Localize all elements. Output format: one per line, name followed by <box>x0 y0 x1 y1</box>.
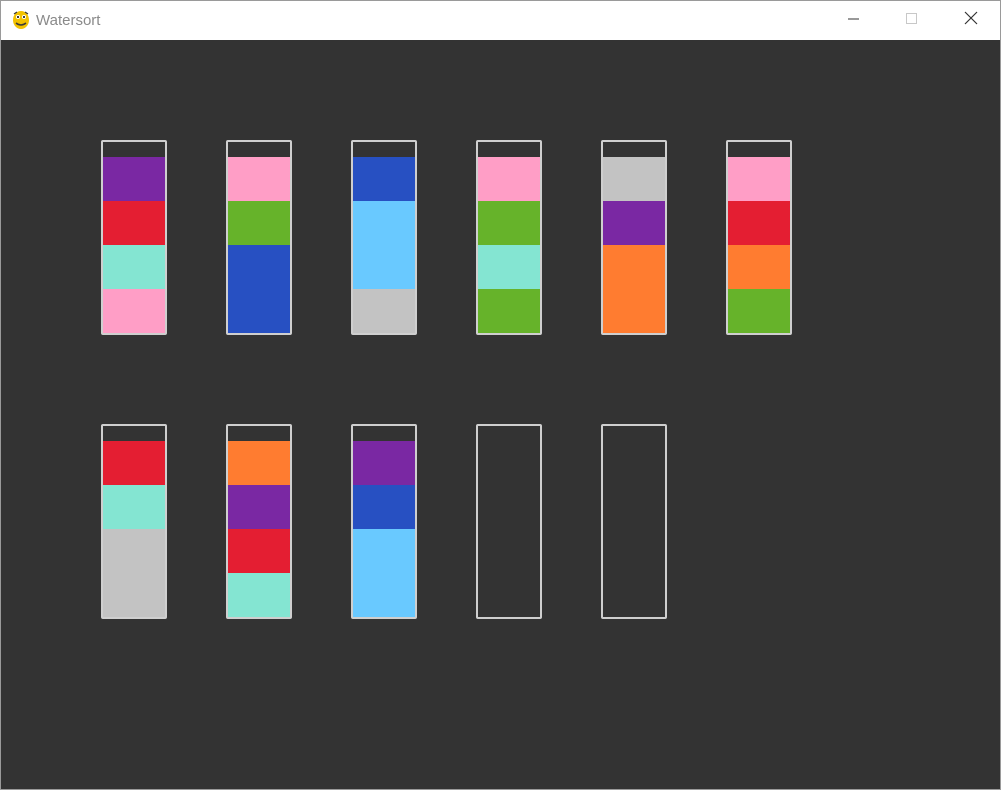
liquid-red <box>728 201 790 245</box>
liquid-orange <box>228 441 290 485</box>
tube-5[interactable] <box>601 140 667 335</box>
liquid-orange <box>603 289 665 333</box>
liquid-sky <box>353 245 415 289</box>
game-window: Watersort <box>0 0 1001 790</box>
close-icon <box>964 11 978 30</box>
liquid-red <box>228 529 290 573</box>
liquid-orange <box>603 245 665 289</box>
liquid-gray <box>603 157 665 201</box>
liquid-mint <box>228 573 290 617</box>
tube-1[interactable] <box>101 140 167 335</box>
liquid-green <box>478 201 540 245</box>
tube-6[interactable] <box>726 140 792 335</box>
maximize-button[interactable] <box>883 1 941 40</box>
tube-10[interactable] <box>476 424 542 619</box>
tube-8[interactable] <box>226 424 292 619</box>
liquid-gray <box>103 573 165 617</box>
liquid-green <box>478 289 540 333</box>
liquid-sky <box>353 573 415 617</box>
tube-4[interactable] <box>476 140 542 335</box>
title-bar[interactable]: Watersort <box>1 1 1000 40</box>
liquid-green <box>728 289 790 333</box>
liquid-purple <box>603 201 665 245</box>
liquid-pink <box>228 157 290 201</box>
liquid-sky <box>353 529 415 573</box>
liquid-green <box>228 201 290 245</box>
liquid-blue <box>228 289 290 333</box>
tube-2[interactable] <box>226 140 292 335</box>
liquid-blue <box>353 485 415 529</box>
tube-9[interactable] <box>351 424 417 619</box>
liquid-blue <box>228 245 290 289</box>
tube-3[interactable] <box>351 140 417 335</box>
tube-7[interactable] <box>101 424 167 619</box>
window-title: Watersort <box>36 12 101 29</box>
liquid-gray <box>353 289 415 333</box>
liquid-sky <box>353 201 415 245</box>
maximize-icon <box>906 12 918 30</box>
tube-11[interactable] <box>601 424 667 619</box>
liquid-blue <box>353 157 415 201</box>
liquid-purple <box>353 441 415 485</box>
liquid-mint <box>103 485 165 529</box>
python-snake-icon <box>11 10 31 30</box>
game-board <box>1 40 1000 789</box>
liquid-pink <box>103 289 165 333</box>
liquid-gray <box>103 529 165 573</box>
liquid-red <box>103 201 165 245</box>
liquid-pink <box>728 157 790 201</box>
liquid-mint <box>478 245 540 289</box>
liquid-red <box>103 441 165 485</box>
minimize-icon <box>848 12 860 30</box>
liquid-orange <box>728 245 790 289</box>
close-button[interactable] <box>942 1 1000 40</box>
liquid-pink <box>478 157 540 201</box>
liquid-mint <box>103 245 165 289</box>
minimize-button[interactable] <box>825 1 883 40</box>
liquid-purple <box>228 485 290 529</box>
liquid-purple <box>103 157 165 201</box>
